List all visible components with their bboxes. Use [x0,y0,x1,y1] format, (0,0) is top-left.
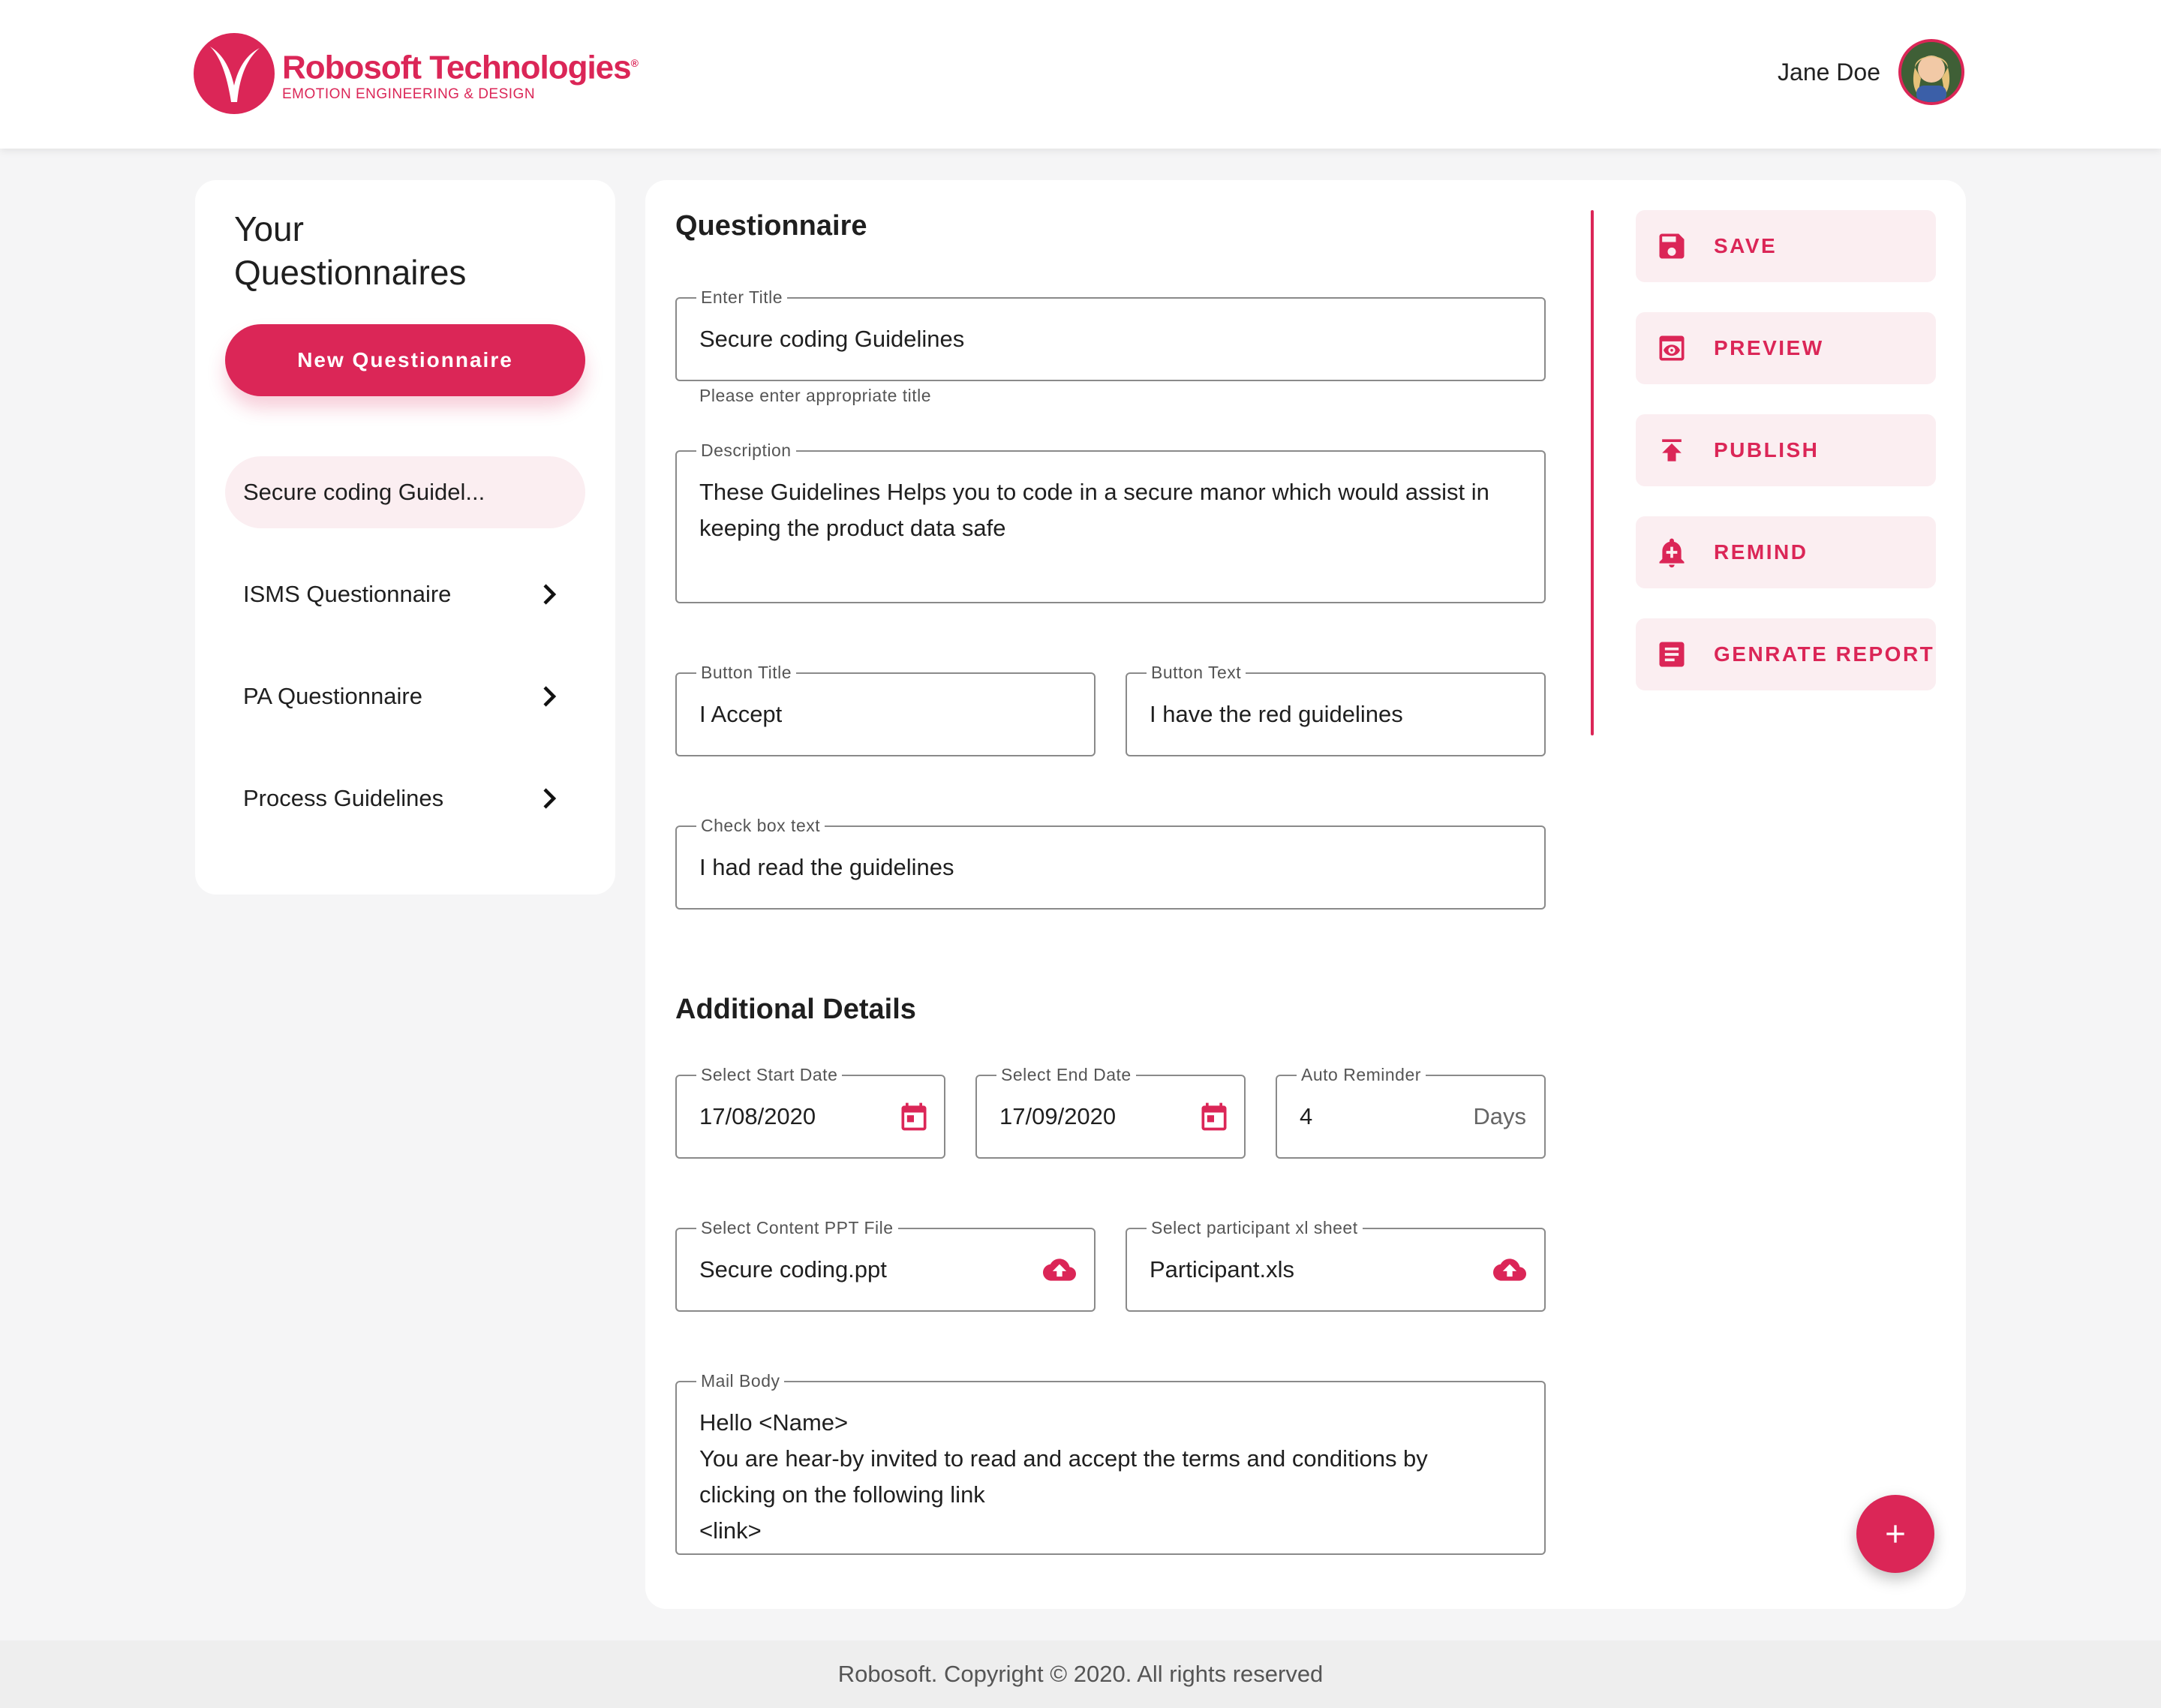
field-value: 17/09/2020 [999,1103,1117,1129]
page-footer: Robosoft. Copyright © 2020. All rights r… [0,1640,2161,1708]
preview-icon [1659,335,1685,361]
days-suffix: Days [1473,1103,1526,1129]
button-text-field[interactable]: Button Text I have the red guidelines [1126,662,1546,756]
field-label: Select End Date [996,1064,1136,1085]
end-date-field[interactable]: Select End Date 17/09/2020 [975,1064,1246,1159]
action-label: PUBLISH [1714,438,1820,462]
avatar[interactable] [1898,39,1964,105]
action-label: SAVE [1714,234,1778,257]
field-label: Button Title [696,662,797,683]
generate-report-button[interactable]: GENRATE REPORT [1636,618,1936,690]
app-header: Robosoft Technologies® EMOTION ENGINEERI… [0,0,2161,149]
plus-icon [1886,1525,1904,1543]
button-title-field[interactable]: Button Title I Accept [675,662,1096,756]
field-value: 17/08/2020 [699,1103,816,1129]
remind-button[interactable]: REMIND [1636,516,1936,588]
mail-body-line: clicking on the following link [699,1481,985,1508]
save-icon [1659,233,1685,259]
user-menu[interactable]: Jane Doe [1778,39,1964,105]
brand-logo[interactable]: Robosoft Technologies® EMOTION ENGINEERI… [194,33,639,114]
sidebar-item-secure-coding[interactable]: Secure coding Guidel... [225,456,585,528]
copyright-text: Robosoft. Copyright © 2020. All rights r… [837,1661,1324,1687]
field-label: Auto Reminder [1297,1064,1426,1085]
cloud-upload-icon[interactable] [1490,1253,1529,1286]
preview-button[interactable]: PREVIEW [1636,312,1936,384]
questionnaire-editor: Questionnaire Enter Title Secure coding … [645,180,1966,1609]
publish-button[interactable]: PUBLISH [1636,414,1936,486]
field-value: Secure coding.ppt [699,1256,887,1283]
participant-file-field[interactable]: Select participant xl sheet Participant.… [1126,1217,1546,1312]
report-icon [1659,642,1685,667]
field-label: Mail Body [696,1370,785,1391]
ppt-file-field[interactable]: Select Content PPT File Secure coding.pp… [675,1217,1096,1312]
calendar-icon[interactable] [1198,1100,1231,1133]
add-fab-button[interactable] [1856,1495,1934,1573]
mail-body-line: You are hear-by invited to read and acce… [699,1445,1428,1472]
field-label: Enter Title [696,287,788,308]
chevron-right-icon [543,584,557,605]
start-date-field[interactable]: Select Start Date 17/08/2020 [675,1064,945,1159]
cloud-upload-icon[interactable] [1040,1253,1079,1286]
field-value: I have the red guidelines [1150,701,1403,727]
field-value: I Accept [699,701,783,727]
mail-body-field[interactable]: Mail Body Hello <Name> You are hear-by i… [675,1370,1546,1555]
field-value: I had read the guidelines [699,854,954,880]
publish-icon [1662,439,1682,462]
sidebar-item-label: Process Guidelines [243,785,444,811]
logo-mark-icon [194,33,275,114]
action-label: PREVIEW [1714,336,1824,359]
description-line: These Guidelines Helps you to code in a … [699,479,1489,505]
field-label: Description [696,440,796,461]
sidebar-item-pa[interactable]: PA Questionnaire [225,660,585,732]
action-label: REMIND [1714,540,1808,564]
auto-reminder-field[interactable]: Auto Reminder 4 Days [1276,1064,1546,1159]
title-helper-text: Please enter appropriate title [699,386,932,405]
form-title: Questionnaire [675,210,867,242]
field-value: 4 [1300,1103,1313,1129]
sidebar-item-process[interactable]: Process Guidelines [225,762,585,834]
chevron-right-icon [543,788,557,809]
field-label: Select participant xl sheet [1147,1217,1363,1238]
questionnaire-sidebar: Your Questionnaires New Questionnaire Se… [195,180,615,895]
field-label: Select Content PPT File [696,1217,898,1238]
title-field[interactable]: Enter Title Secure coding Guidelines [675,287,1546,381]
actions-divider [1591,210,1594,735]
sidebar-item-isms[interactable]: ISMS Questionnaire [225,558,585,630]
action-label: GENRATE REPORT [1714,642,1935,666]
field-value: Secure coding Guidelines [699,326,965,352]
brand-tagline: EMOTION ENGINEERING & DESIGN [282,86,536,103]
sidebar-item-label: ISMS Questionnaire [243,581,452,607]
bell-icon [1659,538,1685,568]
new-questionnaire-button[interactable]: New Questionnaire [225,324,585,396]
sidebar-item-label: PA Questionnaire [243,683,422,709]
brand-name: Robosoft Technologies® [282,49,639,86]
save-button[interactable]: SAVE [1636,210,1936,282]
additional-details-title: Additional Details [675,994,916,1025]
field-label: Button Text [1147,662,1246,683]
description-field[interactable]: Description These Guidelines Helps you t… [675,440,1546,603]
checkbox-text-field[interactable]: Check box text I had read the guidelines [675,815,1546,910]
mail-body-line: <link> [699,1517,762,1544]
field-label: Select Start Date [696,1064,843,1085]
chevron-right-icon [543,686,557,707]
sidebar-title: Your Questionnaires [234,209,467,292]
mail-body-line: Hello <Name> [699,1409,849,1436]
field-label: Check box text [696,815,825,836]
sidebar-item-label: Secure coding Guidel... [243,479,485,505]
field-value: Participant.xls [1150,1256,1294,1283]
calendar-icon[interactable] [897,1100,930,1133]
user-name: Jane Doe [1778,58,1880,86]
description-line: keeping the product data safe [699,515,1006,541]
